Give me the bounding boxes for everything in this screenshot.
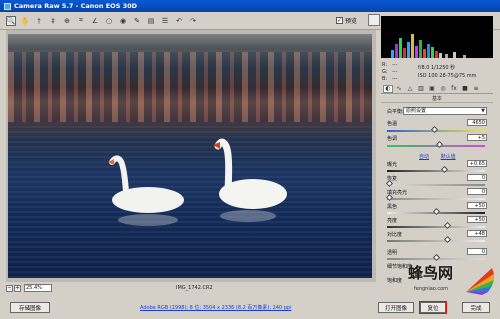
adjustment-brush-icon[interactable]: ✎ [132,16,142,26]
clarity-field[interactable]: 0 [467,248,487,255]
iso-focal: ISO 100 28-75@75 mm [418,73,477,79]
detail-tab-icon[interactable]: △ [405,85,415,93]
blacks-field[interactable]: +50 [467,202,487,209]
lens-tab-icon[interactable]: ◎ [438,85,448,93]
tint-field[interactable]: +5 [467,134,487,141]
clarity-slider[interactable] [387,253,485,262]
white-balance-label: 白平衡: [387,109,404,115]
reset-button[interactable]: 复位 [419,301,447,314]
checkbox-box[interactable]: ✓ [336,17,343,24]
saturation-label: 饱和度 [387,278,403,284]
white-balance-tool-icon[interactable]: † [34,16,44,26]
preview-label: 预览 [345,18,358,25]
recovery-field[interactable]: 0 [467,174,487,181]
swans-image [108,138,287,226]
crop-tool-icon[interactable]: ⌗ [76,16,86,26]
contrast-thumb[interactable] [444,235,452,244]
tint-slider[interactable] [387,140,485,149]
brightness-label: 亮度 [387,218,398,224]
zoom-out-icon[interactable]: − [6,284,13,292]
blacks-slider[interactable] [387,207,485,216]
brightness-field[interactable]: +50 [467,216,487,223]
auto-default-links: 自动 默认值 [419,153,466,160]
rotate-left-icon[interactable]: ↶ [174,16,184,26]
camera-calibration-tab-icon[interactable]: ■ [460,85,470,93]
white-balance-select[interactable]: 原照设置 ▼ [403,107,487,115]
preview-checkbox[interactable]: ✓ 预览 [336,16,357,25]
exposure-slider[interactable] [387,165,485,174]
hand-tool-icon[interactable]: ✋ [20,16,30,26]
contrast-field[interactable]: +48 [467,230,487,237]
exposure-thumb[interactable] [440,165,448,174]
contrast-slider[interactable] [387,235,485,244]
b-value: --- [392,76,398,82]
brightness-thumb[interactable] [444,221,452,230]
watermark: 蜂鸟网 fengniao.com [404,262,496,302]
zoom-in-icon[interactable]: + [14,284,21,292]
watermark-sub: fengniao.com [414,286,449,292]
fill-light-slider[interactable] [385,193,485,202]
photo-preview[interactable] [8,34,372,278]
g-value: --- [392,69,398,75]
chevron-down-icon: ▼ [481,108,485,114]
red-eye-icon[interactable]: ◉ [118,16,128,26]
file-name: IMG_1742.CR2 [176,285,213,291]
basic-tab-icon[interactable]: ◐ [383,84,393,93]
window-title: Camera Raw 5.7 - Canon EOS 30D [14,2,138,10]
zoom-tool-icon[interactable]: 🔍 [6,15,16,26]
fullscreen-icon[interactable] [368,14,380,26]
temp-slider[interactable] [387,125,485,134]
brightness-slider[interactable] [387,221,485,230]
split-toning-tab-icon[interactable]: ▣ [427,85,437,93]
blacks-thumb[interactable] [432,207,441,216]
rotate-right-icon[interactable]: ↷ [188,16,198,26]
fengniao-logo-icon [466,268,494,295]
histogram [381,16,493,58]
presets-tab-icon[interactable]: ≡ [471,85,481,93]
color-sampler-icon[interactable]: ‡ [48,16,58,26]
panel-tabs: ◐ ∿ △ ▥ ▣ ◎ fx ■ ≡ [381,84,493,94]
aperture-shutter: f/8.0 1/1250 秒 [418,65,456,71]
targeted-adjust-icon[interactable]: ⊕ [62,16,72,26]
g-label: G: [382,69,388,75]
tone-curve-tab-icon[interactable]: ∿ [394,85,404,93]
preferences-icon[interactable]: ☰ [160,16,170,26]
workflow-options-link[interactable]: Adobe RGB (1998); 8 位; 3504 x 2336 (8.2 … [140,304,291,311]
default-link[interactable]: 默认值 [441,154,456,160]
fill-light-field[interactable]: 0 [467,188,487,195]
temp-thumb[interactable] [431,125,439,134]
app-icon [4,2,11,10]
done-button[interactable]: 完成 [462,302,490,313]
clarity-thumb[interactable] [432,253,441,262]
recovery-slider[interactable] [385,179,485,188]
temp-field[interactable]: 4650 [467,119,487,126]
white-balance-value: 原照设置 [406,108,427,114]
graduated-filter-icon[interactable]: ▤ [146,16,156,26]
auto-link[interactable]: 自动 [419,154,429,160]
exposure-label: 曝光 [387,162,398,168]
exposure-field[interactable]: +0.65 [467,160,487,167]
b-label: B: [382,76,388,82]
r-value: --- [392,62,398,68]
tint-label: 色调 [387,136,398,142]
effects-tab-icon[interactable]: fx [449,85,459,93]
panel-title: 基本 [381,95,493,103]
tint-thumb[interactable] [435,140,443,149]
spot-removal-icon[interactable]: ○ [104,16,114,26]
blacks-label: 黑色 [387,204,398,210]
contrast-label: 对比度 [387,232,403,238]
watermark-text: 蜂鸟网 [408,264,454,282]
clarity-label: 透明 [387,250,398,256]
open-image-button[interactable]: 打开图像 [378,302,414,313]
exif-info: R: --- G: --- B: --- f/8.0 1/1250 秒 ISO … [382,60,492,82]
hsl-tab-icon[interactable]: ▥ [416,85,426,93]
zoom-select[interactable]: 25.4% [24,284,52,292]
title-bar: Camera Raw 5.7 - Canon EOS 30D [0,0,500,12]
temp-label: 色温 [387,121,398,127]
r-label: R: [382,62,388,68]
straighten-tool-icon[interactable]: ∠ [90,16,100,26]
save-image-button[interactable]: 存储图像 [10,302,50,313]
